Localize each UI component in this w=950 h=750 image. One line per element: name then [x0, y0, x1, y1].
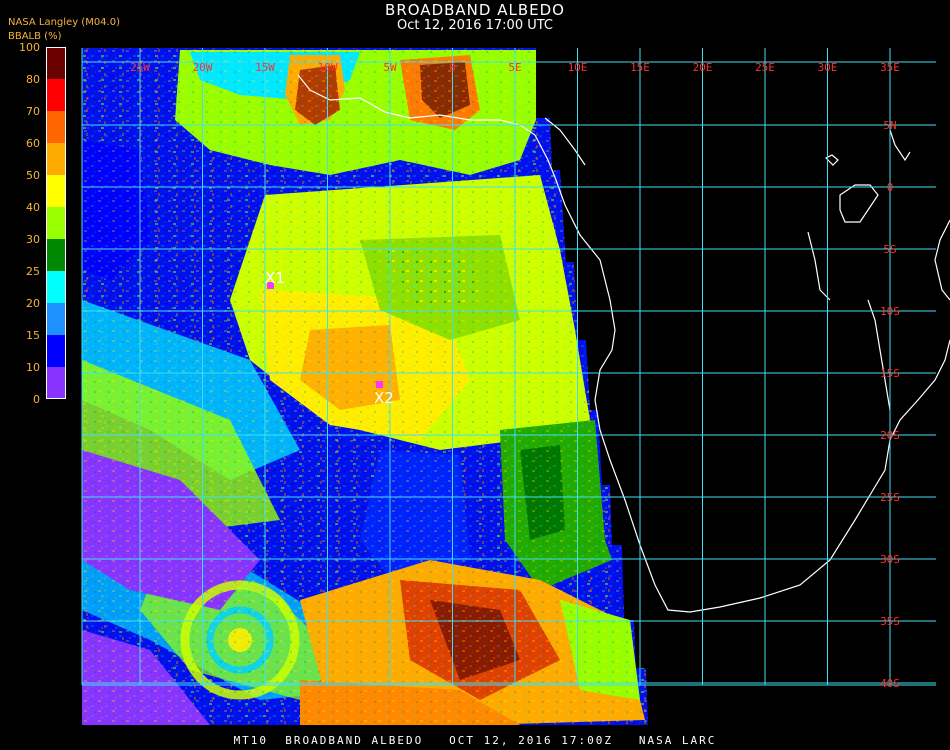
longitude-label: 30E — [818, 61, 838, 74]
latitude-label: 35S — [880, 615, 900, 628]
marker-x1-label: X1 — [265, 269, 285, 287]
longitude-label: 25W — [130, 61, 150, 74]
longitude-label: 5W — [383, 61, 397, 74]
latitude-label: 20S — [880, 429, 900, 442]
footer-caption: MT10 BROADBAND ALBEDO OCT 12, 2016 17:00… — [233, 734, 717, 747]
latitude-label: 15S — [880, 367, 900, 380]
longitude-label: 15W — [255, 61, 275, 74]
marker-x2-label: X2 — [374, 389, 394, 407]
longitude-label: 35E — [880, 61, 900, 74]
longitude-label: 5E — [508, 61, 521, 74]
latitude-label: 25S — [880, 491, 900, 504]
longitude-label: 0 — [449, 61, 456, 74]
albedo-imagery — [82, 48, 648, 725]
longitude-label: 20W — [193, 61, 213, 74]
longitude-label: 20E — [693, 61, 713, 74]
marker-x2[interactable] — [376, 381, 383, 388]
latitude-label: 0 — [887, 181, 894, 194]
longitude-label: 10W — [318, 61, 338, 74]
latitude-label: 5S — [883, 243, 896, 256]
latitude-label: 30S — [880, 553, 900, 566]
longitude-label: 10E — [568, 61, 588, 74]
longitude-label: 25E — [755, 61, 775, 74]
latitude-label: 40S — [880, 677, 900, 690]
longitude-label: 15E — [630, 61, 650, 74]
latitude-label: 5N — [883, 119, 896, 132]
latitude-label: 10S — [880, 305, 900, 318]
albedo-map[interactable]: 25W 20W 15W 10W 5W 0 5E 10E 15E 20E 25E 30E 35E 5N 0 5S… — [0, 0, 950, 750]
